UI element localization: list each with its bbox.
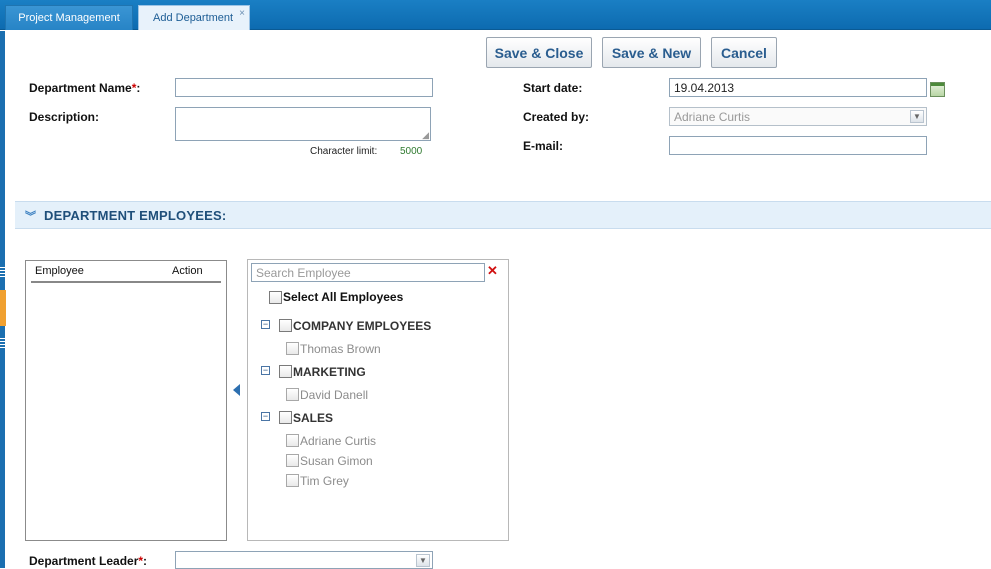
created-by-value: Adriane Curtis [674,110,751,124]
tab-project-management[interactable]: Project Management [5,5,133,30]
department-leader-label: Department Leader*: [29,554,147,568]
calendar-icon[interactable] [930,82,945,97]
department-name-input[interactable] [175,78,433,97]
collapse-icon[interactable]: − [261,320,270,329]
department-name-label: Department Name*: [29,81,140,95]
label-colon: : [136,81,141,95]
header-divider [31,281,221,283]
group-checkbox-company-employees[interactable] [279,319,292,332]
column-header-action: Action [172,265,203,277]
search-input[interactable]: Search Employee [251,263,485,282]
tab-add-department[interactable]: Add Department × [138,5,250,30]
label-text: Department Leader [29,554,139,568]
resize-grip-icon[interactable]: ◢ [422,131,429,140]
collapse-icon[interactable]: − [261,366,270,375]
start-date-label: Start date: [523,81,583,95]
created-by-label: Created by: [523,110,590,124]
tab-label: Project Management [18,12,120,24]
employee-checkbox[interactable] [286,342,299,355]
employee-checkbox[interactable] [286,388,299,401]
employee-label: Adriane Curtis [300,434,377,448]
tab-bar: Project Management Add Department × [0,0,991,30]
group-label-sales: SALES [293,411,334,425]
employee-checkbox[interactable] [286,434,299,447]
column-header-employee: Employee [35,265,84,277]
select-all-checkbox[interactable] [269,291,282,304]
employee-label: Thomas Brown [300,342,381,356]
label-text: Department Name [29,81,132,95]
close-icon[interactable]: × [239,8,245,19]
employee-label: David Danell [300,388,369,402]
department-employees-section-header[interactable]: ︾ DEPARTMENT EMPLOYEES: [15,201,991,229]
group-checkbox-sales[interactable] [279,411,292,424]
employee-label: Susan Gimon [300,454,373,468]
chevron-down-icon: ▼ [910,110,924,123]
label-colon: : [143,554,148,568]
start-date-input[interactable]: 19.04.2013 [669,78,927,97]
email-label: E-mail: [523,139,564,153]
tab-label: Add Department [153,12,234,24]
grip-icon [0,267,5,277]
employee-label: Tim Grey [300,474,349,488]
clear-search-icon[interactable]: ✕ [487,263,498,279]
character-limit-label: Character limit: [310,146,378,157]
side-panel-toggle[interactable] [0,290,6,326]
employee-checkbox[interactable] [286,454,299,467]
group-label-company-employees: COMPANY EMPLOYEES [293,319,432,333]
description-textarea[interactable]: ◢ [175,107,431,141]
group-checkbox-marketing[interactable] [279,365,292,378]
save-close-button[interactable]: Save & Close [486,37,592,68]
select-all-label: Select All Employees [283,290,404,304]
move-left-icon[interactable] [233,384,240,396]
section-title: DEPARTMENT EMPLOYEES: [44,208,227,223]
grip-icon [0,338,5,348]
group-label-marketing: MARKETING [293,365,366,379]
character-limit-value: 5000 [400,146,423,157]
employee-checkbox[interactable] [286,474,299,487]
collapse-icon[interactable]: − [261,412,270,421]
created-by-select: Adriane Curtis ▼ [669,107,927,126]
cancel-button[interactable]: Cancel [711,37,777,68]
save-new-button[interactable]: Save & New [602,37,701,68]
employee-table: Employee Action [25,260,227,541]
email-field[interactable] [669,136,927,155]
description-label: Description: [29,110,100,124]
department-leader-select[interactable]: ▼ [175,551,433,569]
chevron-down-icon[interactable]: ︾ [25,208,36,224]
chevron-down-icon[interactable]: ▼ [416,554,430,567]
